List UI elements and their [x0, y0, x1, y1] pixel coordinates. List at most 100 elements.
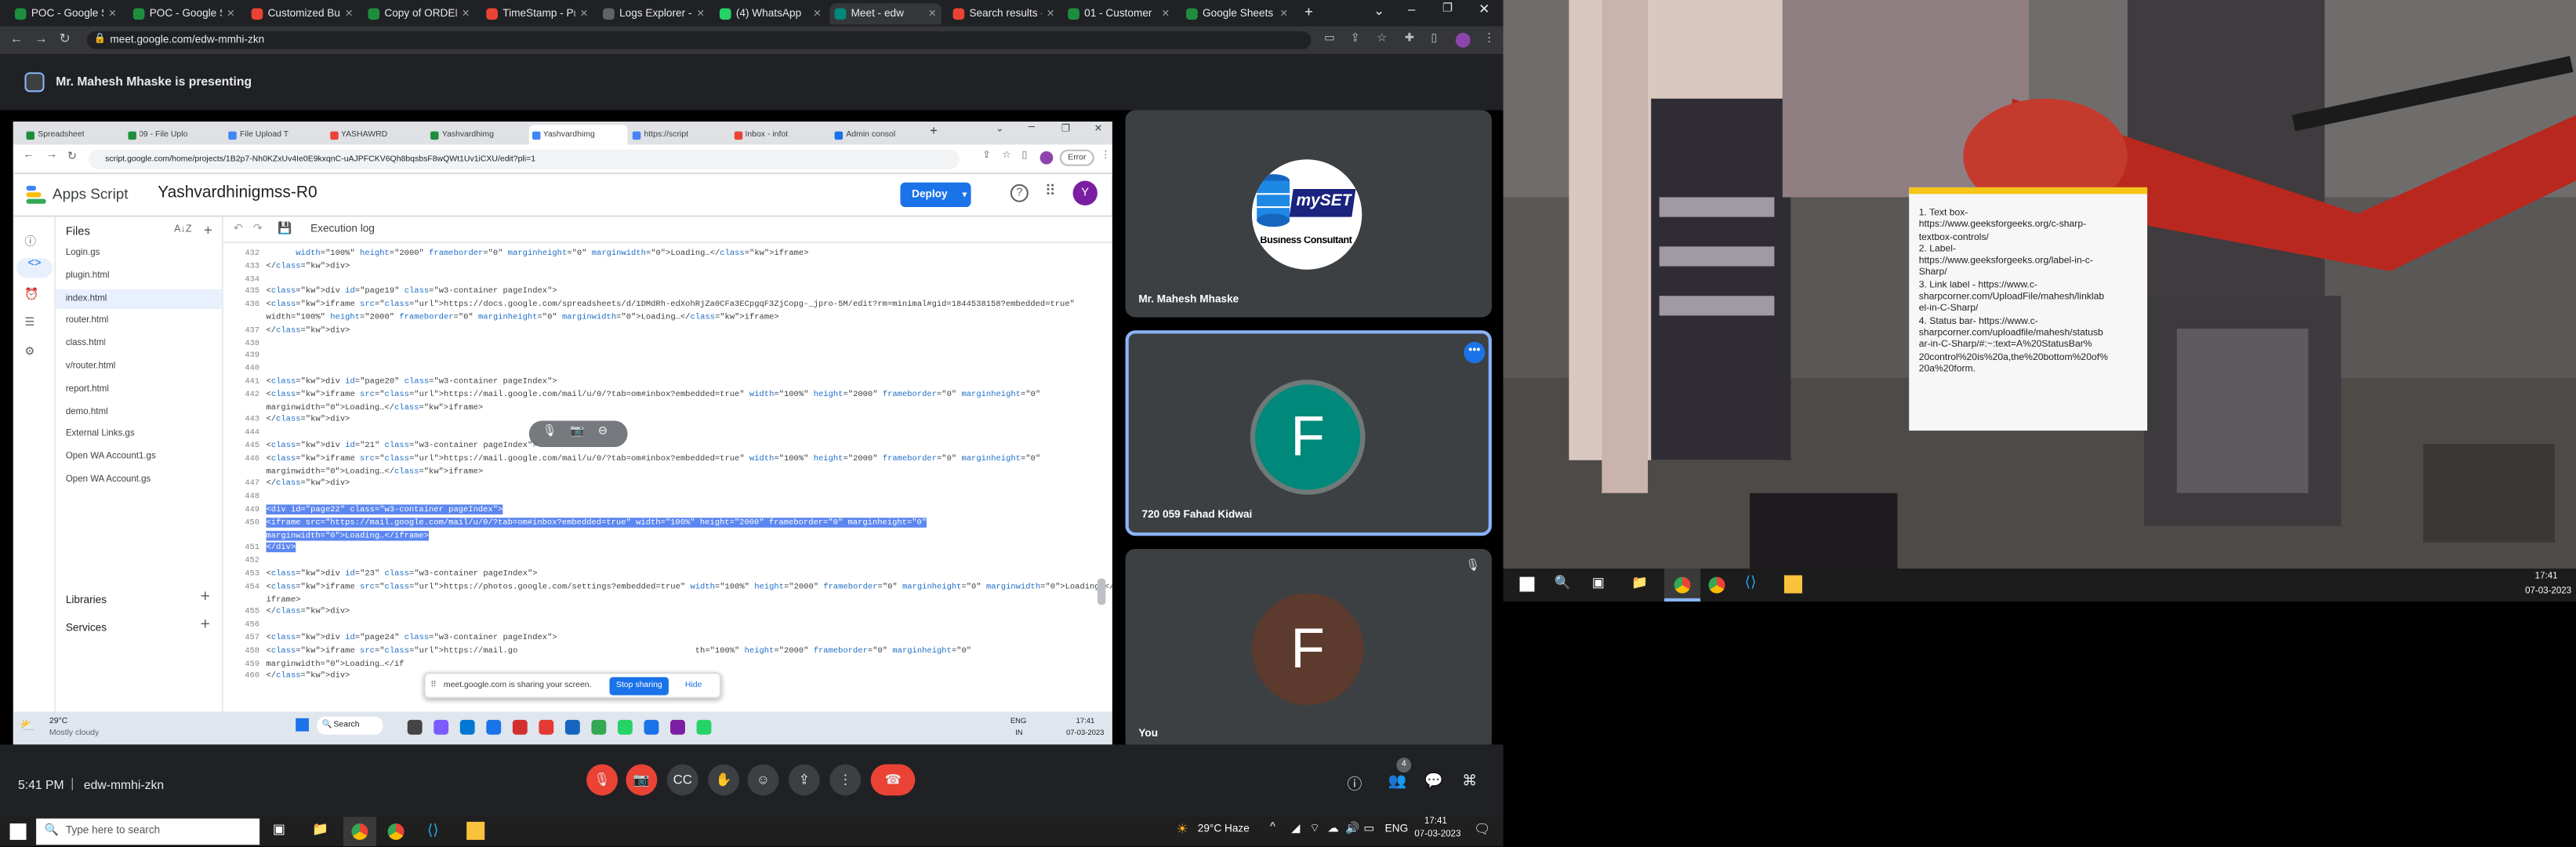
file-explorer-icon[interactable]: 📁: [312, 822, 328, 837]
tab-favicon-icon: [1068, 8, 1079, 20]
close-tab-icon[interactable]: ✕: [813, 8, 822, 20]
close-window-icon[interactable]: ✕: [1478, 2, 1489, 16]
more-options-icon[interactable]: ⋮: [829, 764, 862, 796]
browser-tab[interactable]: TimeStamp - Pr ✕: [481, 3, 593, 24]
taskbar-lang[interactable]: ENG: [1385, 823, 1409, 835]
participant-tile-you[interactable]: F 🎙 You: [1125, 548, 1492, 751]
taskbar-date: 07-03-2023: [1414, 830, 1461, 840]
remote-time: 17:41: [2534, 572, 2558, 582]
shared-back-icon: ←: [23, 149, 35, 162]
code-line: <class="kw">div id="page24" class="w3-co…: [266, 632, 557, 643]
raise-hand-icon[interactable]: ✋: [708, 764, 740, 796]
new-tab-button[interactable]: +: [1304, 3, 1313, 20]
browser-tab[interactable]: Customized Bu ✕: [246, 3, 358, 24]
shared-lang2: IN: [1015, 728, 1023, 736]
start-icon[interactable]: [9, 823, 27, 840]
browser-tab[interactable]: Google Sheets ✕: [1181, 3, 1293, 24]
url-input[interactable]: 🔒 meet.google.com/edw-mmhi-zkn: [87, 31, 1312, 49]
shared-min-icon: –: [1028, 122, 1036, 133]
participant-name: 720 059 Fahad Kidwai: [1141, 509, 1253, 522]
maximize-icon[interactable]: ❐: [1442, 2, 1453, 15]
executions-icon: ☰: [24, 317, 35, 329]
shared-reload-icon: ↻: [67, 151, 78, 163]
browser-tab[interactable]: Copy of ORDER ✕: [363, 3, 475, 24]
taskbar-time: 17:41: [1424, 816, 1447, 827]
participant-tile-fahad[interactable]: F ••• 720 059 Fahad Kidwai: [1125, 330, 1492, 536]
note-line: 3. Link label - https://www.c-: [1918, 280, 2038, 291]
chat-icon[interactable]: 💬: [1424, 772, 1443, 791]
close-tab-icon[interactable]: ✕: [1047, 8, 1055, 20]
participant-tile-presenter[interactable]: mySET Business Consultant Mr. Mahesh Mha…: [1125, 110, 1492, 318]
shared-weather-temp: 29°C: [49, 716, 68, 727]
code-line: <class="kw">div id="21" class="w3-contai…: [266, 440, 538, 451]
chrome-icon[interactable]: [387, 823, 405, 840]
forward-icon[interactable]: →: [34, 31, 48, 46]
code-line: </class="kw">div>: [266, 671, 350, 682]
tab-label: Google Sheets: [1203, 8, 1274, 20]
close-tab-icon[interactable]: ✕: [345, 8, 354, 20]
close-tab-icon[interactable]: ✕: [462, 8, 470, 20]
speaking-indicator-icon: •••: [1464, 341, 1486, 364]
meeting-info-icon[interactable]: ⓘ: [1347, 772, 1362, 794]
tray-chevron-icon[interactable]: ^: [1270, 822, 1275, 834]
close-tab-icon[interactable]: ✕: [227, 8, 235, 20]
network-icon[interactable]: ◢: [1291, 822, 1300, 835]
notifications-icon[interactable]: 🗨: [1474, 822, 1490, 837]
presenting-text: Mr. Mahesh Mhaske is presenting: [56, 74, 252, 89]
code-editor: ↶ ↷ 💾 Execution log 432 width="100%" hei…: [223, 216, 1112, 712]
browser-tab[interactable]: POC - Google Sh ✕: [10, 3, 122, 24]
taskbar-search-box[interactable]: 🔍 Type here to search: [36, 818, 260, 845]
browser-tab[interactable]: 01 - Customer ✕: [1063, 3, 1175, 24]
minimize-icon[interactable]: –: [1408, 2, 1415, 16]
reload-icon[interactable]: ↻: [59, 31, 70, 46]
tab-favicon-icon: [132, 8, 145, 20]
back-icon[interactable]: ←: [10, 31, 24, 46]
browser-tab[interactable]: Meet - edw ✕: [829, 3, 942, 25]
shared-address-bar: ← → ↻ script.google.com/home/projects/1B…: [13, 144, 1112, 175]
chrome-active-icon[interactable]: [343, 816, 376, 847]
bookmark-star-icon[interactable]: ☆: [1377, 31, 1387, 45]
close-tab-icon[interactable]: ✕: [1162, 8, 1170, 20]
close-tab-icon[interactable]: ✕: [108, 8, 117, 20]
present-icon[interactable]: ⇪: [788, 764, 820, 796]
shared-tab: Yashvardhimg: [528, 125, 627, 145]
sidepanel-icon[interactable]: ▯: [1431, 31, 1437, 45]
browser-tab[interactable]: Logs Explorer - ✕: [598, 3, 710, 24]
profile-avatar[interactable]: [1455, 32, 1471, 48]
share-icon[interactable]: ⇪: [1351, 31, 1360, 45]
people-icon[interactable]: 👥: [1388, 772, 1407, 791]
mic-toggle-icon[interactable]: 🎙: [586, 764, 618, 796]
battery-icon[interactable]: ▭: [1363, 822, 1374, 835]
close-tab-icon[interactable]: ✕: [697, 8, 706, 20]
shared-start-icon: [296, 718, 309, 732]
shared-forward-icon: →: [45, 149, 58, 162]
cloud-icon[interactable]: ☁: [1327, 822, 1339, 835]
close-tab-icon[interactable]: ✕: [928, 8, 937, 20]
extensions-icon[interactable]: ✚: [1405, 31, 1414, 45]
tab-search-icon[interactable]: ⌄: [1373, 3, 1384, 18]
sticky-notes-icon[interactable]: [466, 821, 485, 840]
shared-tab: Spreadsheet: [23, 125, 122, 144]
speaker-icon[interactable]: 🔊: [1345, 822, 1359, 835]
chrome-menu-icon[interactable]: ⋮: [1483, 31, 1495, 45]
remote-start-icon: [1519, 576, 1535, 592]
tab-label: POC - Google Sh: [149, 8, 222, 20]
cast-icon[interactable]: ▭: [1324, 31, 1335, 45]
emoji-icon[interactable]: ☺: [747, 764, 779, 796]
captions-icon[interactable]: CC: [666, 764, 698, 796]
task-view-icon[interactable]: ▣: [273, 822, 285, 837]
separator: |: [71, 776, 74, 791]
leave-call-icon[interactable]: ☎: [870, 764, 916, 796]
overview-icon: ⓘ: [24, 236, 37, 249]
vscode-icon[interactable]: ⟨⟩: [427, 822, 439, 840]
browser-tab[interactable]: POC - Google Sh ✕: [128, 3, 240, 24]
editor-scrollbar: [1097, 578, 1106, 605]
browser-tab[interactable]: (4) WhatsApp ✕: [715, 3, 827, 24]
activities-icon[interactable]: ⌘: [1462, 772, 1477, 791]
camera-toggle-icon[interactable]: 📷: [626, 764, 658, 796]
wifi-icon[interactable]: ⌔: [1309, 822, 1320, 837]
close-tab-icon[interactable]: ✕: [1279, 8, 1288, 20]
shared-tab: 09 - File Uplo: [124, 125, 223, 144]
browser-tab[interactable]: Search results - ✕: [948, 3, 1060, 24]
close-tab-icon[interactable]: ✕: [580, 8, 589, 20]
